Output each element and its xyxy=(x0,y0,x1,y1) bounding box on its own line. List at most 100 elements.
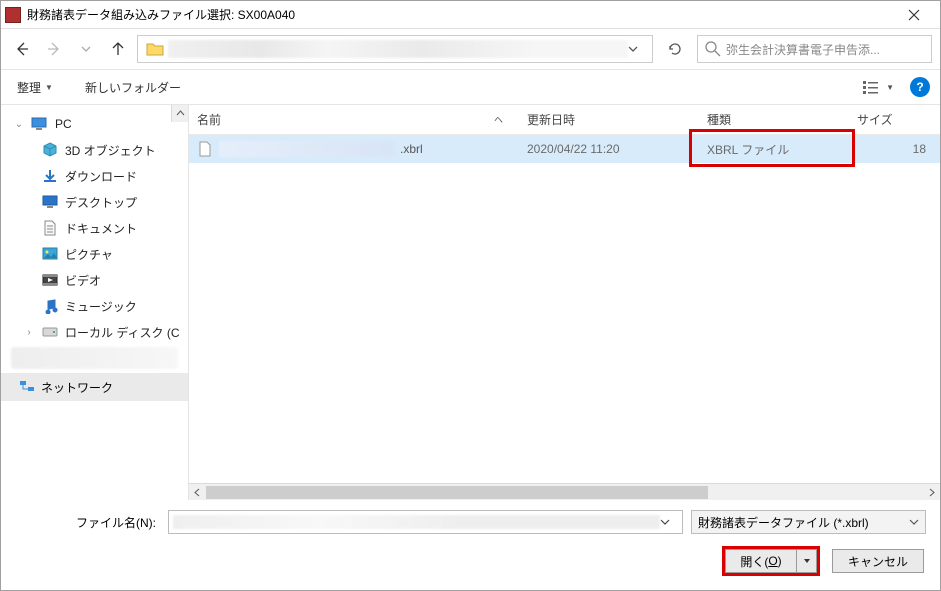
filename-label: ファイル名(N): xyxy=(15,514,160,531)
pictures-icon xyxy=(41,246,59,262)
forward-button[interactable] xyxy=(41,36,67,62)
tree-items: ⌄ PC › 3D オブジェクト › ダウンロード › xyxy=(1,105,188,500)
column-header-kind[interactable]: 種類 xyxy=(699,111,849,128)
filename-value-redacted xyxy=(173,515,660,529)
file-type-filter[interactable]: 財務諸表データファイル (*.xbrl) xyxy=(691,510,926,534)
file-name-cell: .xbrl xyxy=(189,141,519,157)
up-button[interactable] xyxy=(105,36,131,62)
tree-label-pc: PC xyxy=(55,117,72,131)
file-icon xyxy=(197,141,213,157)
titlebar: 財務諸表データ組み込みファイル選択: SX00A040 xyxy=(1,1,940,29)
file-list: .xbrl 2020/04/22 11:20 XBRL ファイル 18 xyxy=(189,135,940,163)
tree-node-music[interactable]: › ミュージック xyxy=(1,293,188,319)
column-header-name[interactable]: 名前 ヘ xyxy=(189,111,519,128)
close-button[interactable] xyxy=(892,1,936,29)
recent-dropdown[interactable] xyxy=(73,36,99,62)
tree-label: ピクチャ xyxy=(65,246,113,263)
expand-icon[interactable]: › xyxy=(23,327,35,338)
tree-node-videos[interactable]: › ビデオ xyxy=(1,267,188,293)
close-icon xyxy=(908,9,920,21)
column-header-date[interactable]: 更新日時 xyxy=(519,111,699,128)
cancel-button[interactable]: キャンセル xyxy=(832,549,924,573)
scrollbar-track[interactable] xyxy=(206,484,923,500)
filter-dropdown[interactable] xyxy=(909,517,919,527)
app-icon xyxy=(5,7,21,23)
tree-label: ビデオ xyxy=(65,272,101,289)
tree-node-downloads[interactable]: › ダウンロード xyxy=(1,163,188,189)
tree-node-3d-objects[interactable]: › 3D オブジェクト xyxy=(1,137,188,163)
expand-collapse-icon[interactable]: ⌄ xyxy=(13,119,25,130)
triangle-down-icon xyxy=(803,557,811,565)
tree-node-pictures[interactable]: › ピクチャ xyxy=(1,241,188,267)
sort-indicator-icon: ヘ xyxy=(494,113,511,126)
organize-button[interactable]: 整理 ▼ xyxy=(11,75,59,100)
address-bar[interactable] xyxy=(137,35,653,63)
arrow-right-icon xyxy=(45,40,63,58)
chevron-down-icon xyxy=(660,517,670,527)
file-date-cell: 2020/04/22 11:20 xyxy=(519,142,699,156)
column-headers: 名前 ヘ 更新日時 種類 サイズ xyxy=(189,105,940,135)
scroll-right-button[interactable] xyxy=(923,484,940,501)
open-split-dropdown[interactable] xyxy=(797,549,817,573)
refresh-icon xyxy=(667,41,683,57)
sidebar-scroll-up[interactable] xyxy=(171,105,188,122)
organize-label: 整理 xyxy=(17,79,41,96)
tree-node-documents[interactable]: › ドキュメント xyxy=(1,215,188,241)
new-folder-button[interactable]: 新しいフォルダー xyxy=(79,75,187,100)
tree-node-pc[interactable]: ⌄ PC xyxy=(1,111,188,137)
chevron-up-icon xyxy=(176,109,185,118)
navigation-tree: ⌄ PC › 3D オブジェクト › ダウンロード › xyxy=(1,105,189,500)
pc-icon xyxy=(31,116,49,132)
file-size-cell: 18 xyxy=(849,142,940,156)
button-row: 開く(O) キャンセル xyxy=(15,546,926,576)
cancel-label: キャンセル xyxy=(848,553,908,570)
back-button[interactable] xyxy=(9,36,35,62)
folder-icon xyxy=(146,41,164,57)
path-dropdown[interactable] xyxy=(628,44,648,54)
filename-dropdown[interactable] xyxy=(660,517,678,527)
file-kind-cell: XBRL ファイル xyxy=(699,141,849,158)
scrollbar-thumb[interactable] xyxy=(206,486,708,499)
arrow-left-icon xyxy=(13,40,31,58)
tree-label: ミュージック xyxy=(65,298,137,315)
horizontal-scrollbar[interactable] xyxy=(189,483,940,500)
cube-icon xyxy=(41,142,59,158)
chevron-down-icon xyxy=(628,44,638,54)
video-icon xyxy=(41,272,59,288)
open-button[interactable]: 開く(O) xyxy=(725,549,797,573)
arrow-up-icon xyxy=(109,40,127,58)
open-label-prefix: 開く( xyxy=(740,553,768,570)
file-row[interactable]: .xbrl 2020/04/22 11:20 XBRL ファイル 18 xyxy=(189,135,940,163)
window-title: 財務諸表データ組み込みファイル選択: SX00A040 xyxy=(27,6,892,23)
desktop-icon xyxy=(41,194,59,210)
filename-row: ファイル名(N): 財務諸表データファイル (*.xbrl) xyxy=(15,510,926,534)
file-dialog-window: 財務諸表データ組み込みファイル選択: SX00A040 xyxy=(0,0,941,591)
chevron-down-icon: ▼ xyxy=(886,83,894,92)
download-icon xyxy=(41,168,59,184)
refresh-button[interactable] xyxy=(659,35,691,63)
search-box[interactable]: 弥生会計決算書電子申告添... xyxy=(697,35,932,63)
command-toolbar: 整理 ▼ 新しいフォルダー ▼ ? xyxy=(1,69,940,105)
dialog-body: ⌄ PC › 3D オブジェクト › ダウンロード › xyxy=(1,105,940,500)
help-button[interactable]: ? xyxy=(910,77,930,97)
view-options-button[interactable]: ▼ xyxy=(856,77,900,97)
filter-label: 財務諸表データファイル (*.xbrl) xyxy=(698,514,869,531)
filename-combobox[interactable] xyxy=(168,510,683,534)
tree-node-network[interactable]: ネットワーク xyxy=(1,373,188,401)
dialog-footer: ファイル名(N): 財務諸表データファイル (*.xbrl) 開く(O) xyxy=(1,500,940,590)
chevron-right-icon xyxy=(927,488,936,497)
new-folder-label: 新しいフォルダー xyxy=(85,79,181,96)
open-label-suffix: ) xyxy=(778,554,782,568)
music-icon xyxy=(41,298,59,314)
tree-node-local-disk[interactable]: › ローカル ディスク (C xyxy=(1,319,188,345)
scroll-left-button[interactable] xyxy=(189,484,206,501)
open-button-highlight: 開く(O) xyxy=(722,546,820,576)
chevron-left-icon xyxy=(193,488,202,497)
chevron-down-icon xyxy=(81,44,91,54)
tree-node-desktop[interactable]: › デスクトップ xyxy=(1,189,188,215)
tree-label-network: ネットワーク xyxy=(41,379,113,396)
tree-label: ダウンロード xyxy=(65,168,137,185)
column-header-size[interactable]: サイズ xyxy=(849,111,940,128)
search-placeholder: 弥生会計決算書電子申告添... xyxy=(726,41,880,58)
file-name-suffix: .xbrl xyxy=(400,142,423,156)
